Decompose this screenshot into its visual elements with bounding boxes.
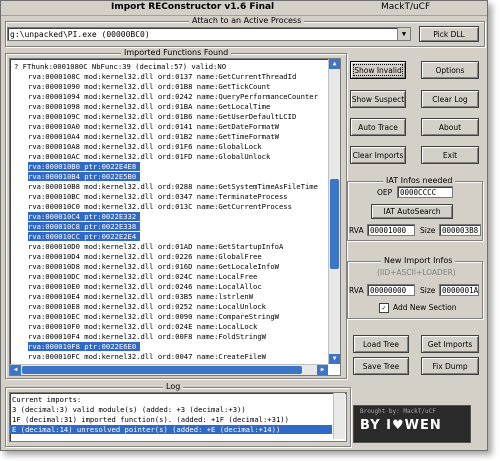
import-row[interactable]: rva:000010B4 ptr:0022E5B0 <box>28 172 141 181</box>
import-row[interactable]: rva:000010C8 ptr:0022E338 <box>28 222 141 231</box>
import-row[interactable]: rva:000010D0 mod:kernel32.dll ord:01AD n… <box>28 242 283 251</box>
title-mark: MackT/uCF <box>381 2 431 12</box>
process-select-value: g:\unpacked\PI.exe (00000BC0) <box>10 30 150 39</box>
iid-info-text: (IID+ASCII+LOADER) <box>377 268 456 277</box>
clear-imports-button[interactable]: Clear Imports <box>350 146 406 164</box>
show-invalid-button[interactable]: Show Invalid <box>350 61 406 79</box>
scroll-down-icon[interactable]: ▼ <box>329 354 340 364</box>
import-row[interactable]: rva:000010D8 mod:kernel32.dll ord:016D n… <box>28 262 279 271</box>
save-tree-button[interactable]: Save Tree <box>353 357 409 375</box>
clear-log-button[interactable]: Clear Log <box>421 90 479 108</box>
scroll-right-icon[interactable]: ▶ <box>317 365 328 375</box>
tree-vscroll-thumb[interactable] <box>330 179 339 269</box>
import-row[interactable]: rva:000010E0 mod:kernel32.dll ord:0246 n… <box>28 282 262 291</box>
iat-infos-label: IAT Infos needed <box>383 176 456 185</box>
log-line[interactable]: 1F (decimal:31) imported function(s). (a… <box>12 415 289 424</box>
import-row[interactable]: rva:000010A4 mod:kernel32.dll ord:01B2 n… <box>28 132 279 141</box>
new-size-field[interactable]: 0000001A <box>439 284 479 296</box>
import-row[interactable]: rva:000010EC mod:kernel32.dll ord:0090 n… <box>28 312 279 321</box>
options-button[interactable]: Options <box>421 61 479 79</box>
get-imports-button[interactable]: Get Imports <box>421 335 479 353</box>
load-tree-button[interactable]: Load Tree <box>353 335 409 353</box>
tree-horizontal-scrollbar[interactable]: ◀ ▶ <box>10 364 328 375</box>
pick-dll-button[interactable]: Pick DLL <box>419 26 479 42</box>
add-new-section-label: Add New Section <box>393 303 457 312</box>
imports-tree[interactable]: rva:000010FC mod:kernel32.dll ord:0047 n… <box>9 58 341 376</box>
brand-text: BY I♥WEN <box>360 418 442 433</box>
import-row[interactable]: rva:0000109C mod:kernel32.dll ord:01B6 n… <box>28 112 296 121</box>
import-row[interactable]: rva:00001094 mod:kernel32.dll ord:0242 n… <box>28 92 318 101</box>
iat-rva-label: RVA <box>349 226 364 235</box>
new-import-label: New Import Infos <box>381 256 456 265</box>
import-row[interactable]: rva:000010CC ptr:0022E2E4 <box>28 232 141 241</box>
add-new-section-checkbox[interactable]: ✓ <box>379 303 389 313</box>
exit-button[interactable]: Exit <box>421 146 479 164</box>
import-row[interactable]: rva:000010BC mod:kernel32.dll ord:0347 n… <box>28 192 288 201</box>
imported-functions-label: Imported Functions Found <box>121 48 232 57</box>
auto-trace-button[interactable]: Auto Trace <box>350 118 406 136</box>
tree-vertical-scrollbar[interactable]: ▲ ▼ <box>328 59 340 364</box>
import-row[interactable]: rva:000010B8 mod:kernel32.dll ord:0288 n… <box>28 182 318 191</box>
new-rva-field[interactable]: 00000000 <box>367 284 415 296</box>
log-group-label: Log <box>163 382 184 391</box>
import-row[interactable]: rva:000010C4 ptr:0022E332 <box>28 212 141 221</box>
import-row[interactable]: rva:00001098 mod:kernel32.dll ord:01BA n… <box>28 102 270 111</box>
new-rva-label: RVA <box>349 286 364 295</box>
log-line[interactable]: E (decimal:14) unresolved pointer(s) (ad… <box>10 425 332 434</box>
log-list[interactable]: E (decimal:14) unresolved pointer(s) (ad… <box>9 392 347 442</box>
import-row[interactable]: rva:000010C0 mod:kernel32.dll ord:013C n… <box>28 202 292 211</box>
iat-size-field[interactable]: 000003B8 <box>439 224 481 236</box>
chevron-down-icon[interactable]: ▼ <box>397 28 410 40</box>
show-suspect-button[interactable]: Show Suspect <box>350 90 406 108</box>
log-line[interactable]: Current imports: <box>12 395 81 404</box>
tree-hscroll-thumb[interactable] <box>22 366 302 374</box>
process-select[interactable]: g:\unpacked\PI.exe (00000BC0) ▼ <box>7 27 411 41</box>
import-row[interactable]: rva:000010B0 ptr:0022E4E8 <box>28 162 141 171</box>
import-row[interactable]: rva:000010A0 mod:kernel32.dll ord:0141 n… <box>28 122 279 131</box>
oep-field[interactable]: 0000CCCC <box>397 186 453 198</box>
import-row[interactable]: rva:000010A8 mod:kernel32.dll ord:01F6 n… <box>28 142 262 151</box>
title-bar[interactable]: Import REConstructor v1.6 Final MackT/uC… <box>1 1 487 16</box>
iat-rva-field[interactable]: 00001000 <box>367 224 415 236</box>
attach-group-label: Attach to an Active Process <box>189 16 305 25</box>
iat-size-label: Size <box>420 226 436 235</box>
import-row[interactable]: ? FThunk:0001080C NbFunc:39 (decimal:57)… <box>14 62 226 71</box>
brand-credit: Brought by: MackT/uCF <box>360 408 436 415</box>
import-row[interactable]: rva:00001090 mod:kernel32.dll ord:01B8 n… <box>28 82 270 91</box>
iat-autosearch-button[interactable]: IAT AutoSearch <box>371 204 453 219</box>
import-row[interactable]: rva:000010F4 mod:kernel32.dll ord:00F8 n… <box>28 332 266 341</box>
new-size-label: Size <box>420 286 436 295</box>
import-row[interactable]: rva:000010AC mod:kernel32.dll ord:01FD n… <box>28 152 270 161</box>
oep-label: OEP <box>377 188 393 197</box>
scroll-up-icon[interactable]: ▲ <box>329 59 340 69</box>
import-row[interactable]: rva:000010E4 mod:kernel32.dll ord:03B5 n… <box>28 292 253 301</box>
fix-dump-button[interactable]: Fix Dump <box>421 357 479 375</box>
import-row[interactable]: rva:000010F8 ptr:0022E6E0 <box>28 342 141 351</box>
log-scrollbar[interactable] <box>333 393 345 439</box>
log-line[interactable]: 3 (decimal:3) valid module(s) (added: +3… <box>12 405 246 414</box>
window-title: Import REConstructor v1.6 Final <box>111 2 275 12</box>
main-window: Import REConstructor v1.6 Final MackT/uC… <box>0 0 488 451</box>
brand-logo: Brought by: MackT/uCF BY I♥WEN <box>353 405 471 443</box>
import-row[interactable]: rva:000010DC mod:kernel32.dll ord:024C n… <box>28 272 257 281</box>
import-row[interactable]: rva:000010E8 mod:kernel32.dll ord:0252 n… <box>28 302 266 311</box>
import-row[interactable]: rva:000010F0 mod:kernel32.dll ord:024E n… <box>28 322 257 331</box>
import-row[interactable]: rva:000010D4 mod:kernel32.dll ord:0226 n… <box>28 252 262 261</box>
import-row[interactable]: rva:000010FC mod:kernel32.dll ord:0047 n… <box>28 352 266 361</box>
scroll-left-icon[interactable]: ◀ <box>10 365 21 375</box>
about-button[interactable]: About <box>421 118 479 136</box>
import-row[interactable]: rva:0000108C mod:kernel32.dll ord:0137 n… <box>28 72 296 81</box>
